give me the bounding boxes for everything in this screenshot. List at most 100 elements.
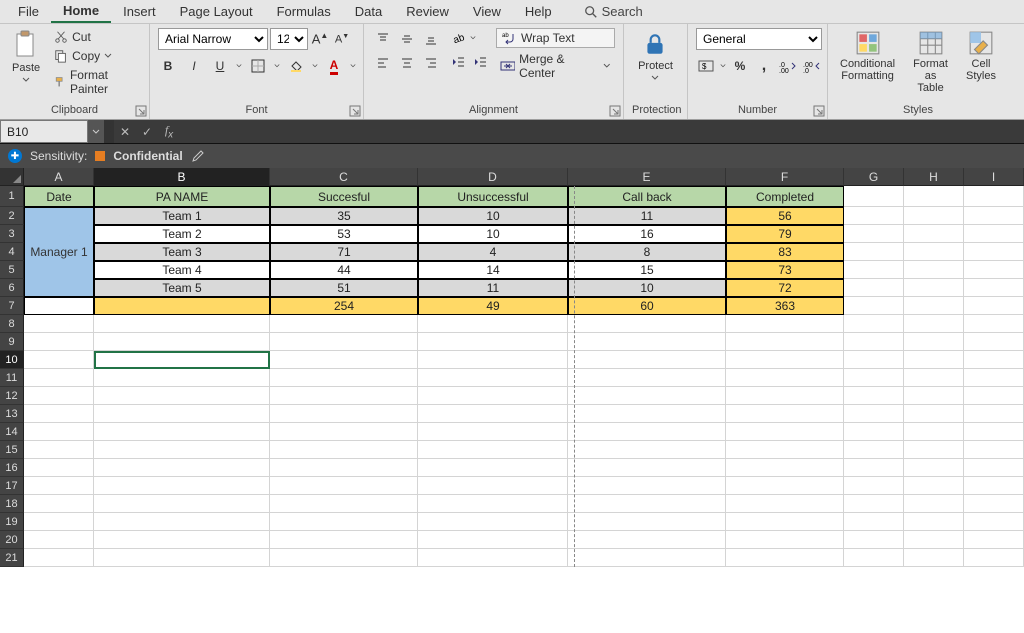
cell[interactable]: Date: [24, 186, 94, 207]
cell[interactable]: [726, 549, 844, 567]
cell[interactable]: [904, 405, 964, 423]
align-bottom-button[interactable]: [420, 28, 442, 50]
cell[interactable]: [844, 333, 904, 351]
cell[interactable]: [94, 495, 270, 513]
cell[interactable]: [726, 423, 844, 441]
row-header[interactable]: 14: [0, 423, 24, 441]
cell[interactable]: [844, 261, 904, 279]
cell[interactable]: [904, 459, 964, 477]
cell[interactable]: 44: [270, 261, 418, 279]
cell[interactable]: Team 5: [94, 279, 270, 297]
row-header[interactable]: 21: [0, 549, 24, 567]
cell[interactable]: [94, 351, 270, 369]
percent-button[interactable]: %: [730, 56, 750, 76]
cell[interactable]: [568, 495, 726, 513]
font-color-button[interactable]: A: [324, 56, 344, 76]
cell[interactable]: Team 2: [94, 225, 270, 243]
cell[interactable]: [904, 441, 964, 459]
menu-review[interactable]: Review: [394, 1, 461, 22]
row-header[interactable]: 6: [0, 279, 24, 297]
cell[interactable]: [844, 459, 904, 477]
col-header-G[interactable]: G: [844, 168, 904, 186]
cell[interactable]: [964, 441, 1024, 459]
protect-button[interactable]: Protect: [634, 28, 677, 84]
cell[interactable]: [904, 243, 964, 261]
cell[interactable]: [270, 495, 418, 513]
cell[interactable]: [964, 513, 1024, 531]
cell[interactable]: 49: [418, 297, 568, 315]
cell[interactable]: [904, 261, 964, 279]
cell[interactable]: [270, 459, 418, 477]
row-header[interactable]: 3: [0, 225, 24, 243]
cell[interactable]: 15: [568, 261, 726, 279]
cell[interactable]: 73: [726, 261, 844, 279]
row-header[interactable]: 20: [0, 531, 24, 549]
chevron-down-icon[interactable]: [350, 59, 356, 73]
menu-page-layout[interactable]: Page Layout: [168, 1, 265, 22]
accounting-format-button[interactable]: $: [696, 56, 716, 76]
cell[interactable]: [94, 369, 270, 387]
cell[interactable]: [24, 351, 94, 369]
name-box-dropdown[interactable]: [88, 120, 104, 143]
cell[interactable]: [24, 495, 94, 513]
align-center-button[interactable]: [396, 52, 418, 74]
cell[interactable]: [844, 441, 904, 459]
cell[interactable]: Call back: [568, 186, 726, 207]
row-header[interactable]: 4: [0, 243, 24, 261]
cell[interactable]: [964, 459, 1024, 477]
cell[interactable]: [726, 387, 844, 405]
cell[interactable]: [24, 369, 94, 387]
cancel-formula-button[interactable]: ✕: [114, 120, 136, 143]
cell[interactable]: [568, 405, 726, 423]
cell[interactable]: [418, 369, 568, 387]
cell[interactable]: [904, 495, 964, 513]
cell[interactable]: [904, 225, 964, 243]
borders-button[interactable]: [248, 56, 268, 76]
cell[interactable]: [418, 495, 568, 513]
cell[interactable]: [418, 531, 568, 549]
cell[interactable]: [904, 351, 964, 369]
dialog-launcher-icon[interactable]: [135, 105, 147, 117]
cell[interactable]: [24, 387, 94, 405]
cell[interactable]: [904, 387, 964, 405]
row-header[interactable]: 10: [0, 351, 24, 369]
cell[interactable]: [94, 477, 270, 495]
align-right-button[interactable]: [420, 52, 442, 74]
cell[interactable]: [964, 387, 1024, 405]
cell[interactable]: [964, 549, 1024, 567]
cell[interactable]: Team 3: [94, 243, 270, 261]
cell[interactable]: [270, 369, 418, 387]
col-header-E[interactable]: E: [568, 168, 726, 186]
copy-button[interactable]: Copy: [50, 47, 141, 65]
col-header-B[interactable]: B: [94, 168, 270, 186]
cell[interactable]: [964, 531, 1024, 549]
cell[interactable]: 72: [726, 279, 844, 297]
menu-home[interactable]: Home: [51, 0, 111, 23]
cell[interactable]: [94, 423, 270, 441]
cell[interactable]: [418, 513, 568, 531]
formula-input[interactable]: [180, 120, 1024, 143]
row-header[interactable]: 7: [0, 297, 24, 315]
number-format-select[interactable]: General: [696, 28, 822, 50]
cell[interactable]: [964, 297, 1024, 315]
merged-cell-manager[interactable]: Manager 1: [24, 207, 94, 297]
format-as-table-button[interactable]: Format as Table: [905, 28, 956, 96]
row-header[interactable]: 1: [0, 186, 24, 207]
row-header[interactable]: 11: [0, 369, 24, 387]
cell[interactable]: [94, 549, 270, 567]
cell[interactable]: [568, 351, 726, 369]
name-box[interactable]: B10: [0, 120, 88, 143]
cell[interactable]: [844, 315, 904, 333]
cell[interactable]: 53: [270, 225, 418, 243]
cell[interactable]: [964, 279, 1024, 297]
cell[interactable]: [964, 207, 1024, 225]
cell[interactable]: [568, 441, 726, 459]
cell[interactable]: 11: [418, 279, 568, 297]
cell[interactable]: [964, 243, 1024, 261]
cell[interactable]: [24, 459, 94, 477]
cell[interactable]: [418, 333, 568, 351]
row-header[interactable]: 12: [0, 387, 24, 405]
cell[interactable]: [94, 297, 270, 315]
cell[interactable]: Succesful: [270, 186, 418, 207]
cell[interactable]: [418, 387, 568, 405]
